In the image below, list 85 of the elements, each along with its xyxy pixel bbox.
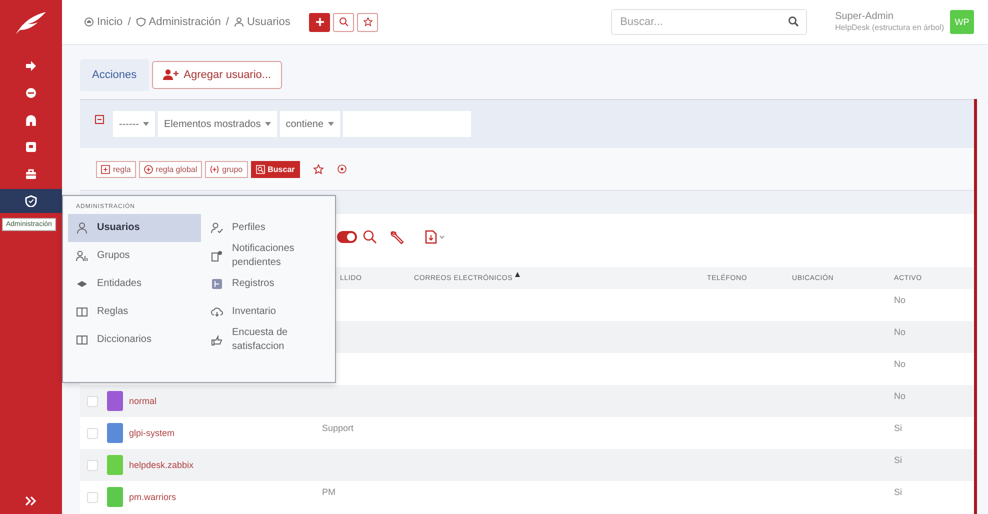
search-button[interactable]: Buscar — [250, 160, 300, 178]
remove-criterion-icon[interactable] — [95, 114, 104, 124]
menu-item[interactable]: Registros — [201, 270, 330, 298]
menu-item[interactable]: Usuarios — [68, 214, 201, 242]
operator-dropdown[interactable]: contiene — [280, 111, 340, 137]
table-cell: Si — [894, 423, 902, 433]
table-cell: No — [894, 391, 906, 401]
table-cell: No — [894, 295, 906, 305]
sort-icon — [514, 272, 520, 276]
thumbs-up-icon — [211, 334, 223, 346]
menu-item[interactable]: Perfiles — [201, 214, 330, 242]
menu-item[interactable]: Notificaciones pendientes — [201, 242, 330, 270]
cloud-icon — [211, 306, 223, 318]
wrench-icon[interactable] — [389, 228, 405, 244]
caret-icon — [142, 122, 149, 126]
user-name: Super-Admin — [835, 11, 894, 22]
caret-icon — [264, 122, 271, 126]
add-user-button[interactable]: Agregar usuario... — [152, 61, 282, 89]
user-login-link[interactable]: glpi-system — [129, 428, 175, 438]
menu-item[interactable]: Diccionarios — [68, 326, 201, 354]
add-group-button[interactable]: grupo — [205, 160, 248, 178]
search-field[interactable]: Buscar... — [611, 9, 808, 35]
user-icon — [76, 222, 88, 234]
menu-item[interactable]: Reglas — [68, 298, 201, 326]
search-icon — [338, 17, 349, 27]
menu-item[interactable]: Encuesta de satisfaccion — [201, 326, 330, 354]
caret-icon — [328, 122, 334, 126]
table-cell: No — [894, 327, 906, 337]
search-icon — [256, 164, 265, 174]
toolbox-icon — [25, 168, 37, 180]
plus-square-icon — [101, 164, 110, 174]
add-global-rule-button[interactable]: regla global — [138, 160, 202, 178]
breadcrumb-link[interactable]: Administración — [136, 16, 221, 28]
table-cell: Si — [894, 455, 902, 465]
user-check-icon — [211, 222, 223, 234]
user-login-link[interactable]: normal — [129, 396, 157, 406]
add-user-icon — [162, 69, 179, 81]
search-icon — [788, 16, 800, 27]
row-checkbox[interactable] — [87, 460, 98, 470]
row-checkbox[interactable] — [87, 492, 98, 502]
breadcrumb-link[interactable]: Usuarios — [234, 16, 290, 28]
user-login-link[interactable]: pm.warriors — [129, 492, 176, 502]
menu-item[interactable]: Grupos — [68, 242, 201, 270]
log-icon — [211, 278, 223, 290]
export-icon[interactable] — [425, 230, 445, 244]
users-icon — [76, 250, 88, 262]
plus-circle-icon — [144, 164, 153, 174]
search-icon[interactable] — [363, 230, 377, 244]
feather-logo-icon[interactable] — [14, 10, 48, 36]
sidebar-item[interactable] — [0, 189, 62, 213]
toggle-switch[interactable] — [337, 230, 357, 242]
actions-tab[interactable]: Acciones — [80, 59, 149, 91]
add-button[interactable] — [309, 12, 330, 32]
book-icon — [76, 334, 88, 346]
table-cell: PM — [322, 487, 336, 497]
menu-item[interactable]: Inventario — [201, 298, 330, 326]
user-login-link[interactable]: helpdesk.zabbix — [129, 460, 194, 470]
row-checkbox[interactable] — [87, 396, 98, 406]
star-icon — [362, 17, 373, 27]
star-icon[interactable] — [312, 164, 324, 174]
plus-icon — [314, 17, 325, 27]
shield-icon — [136, 17, 146, 27]
book-icon — [76, 306, 88, 318]
breadcrumb-separator: / — [226, 16, 229, 28]
field-dropdown[interactable]: ------ — [113, 111, 155, 137]
row-checkbox[interactable] — [87, 428, 98, 438]
table-cell: Support — [322, 423, 354, 433]
menu-item[interactable]: Entidades — [68, 270, 201, 298]
add-rule-button[interactable]: regla — [96, 160, 136, 178]
criterion-dropdown[interactable]: Elementos mostrados — [158, 111, 277, 137]
shield-icon — [25, 195, 37, 207]
breadcrumb-link[interactable]: Inicio — [84, 16, 123, 28]
user-icon — [234, 17, 244, 27]
layers-icon — [76, 278, 88, 290]
search-button[interactable] — [333, 12, 354, 32]
home-icon — [84, 17, 94, 27]
sign-in-icon — [25, 60, 37, 72]
plus-group-icon — [210, 164, 220, 174]
table-cell: Si — [894, 487, 902, 497]
breadcrumb-separator: / — [128, 16, 131, 28]
bookmark-button[interactable] — [357, 12, 378, 32]
entity-name: HelpDesk (estructura en árbol) — [835, 22, 944, 33]
table-cell: No — [894, 359, 906, 369]
expand-icon[interactable] — [25, 496, 37, 506]
reset-icon[interactable] — [336, 164, 347, 174]
